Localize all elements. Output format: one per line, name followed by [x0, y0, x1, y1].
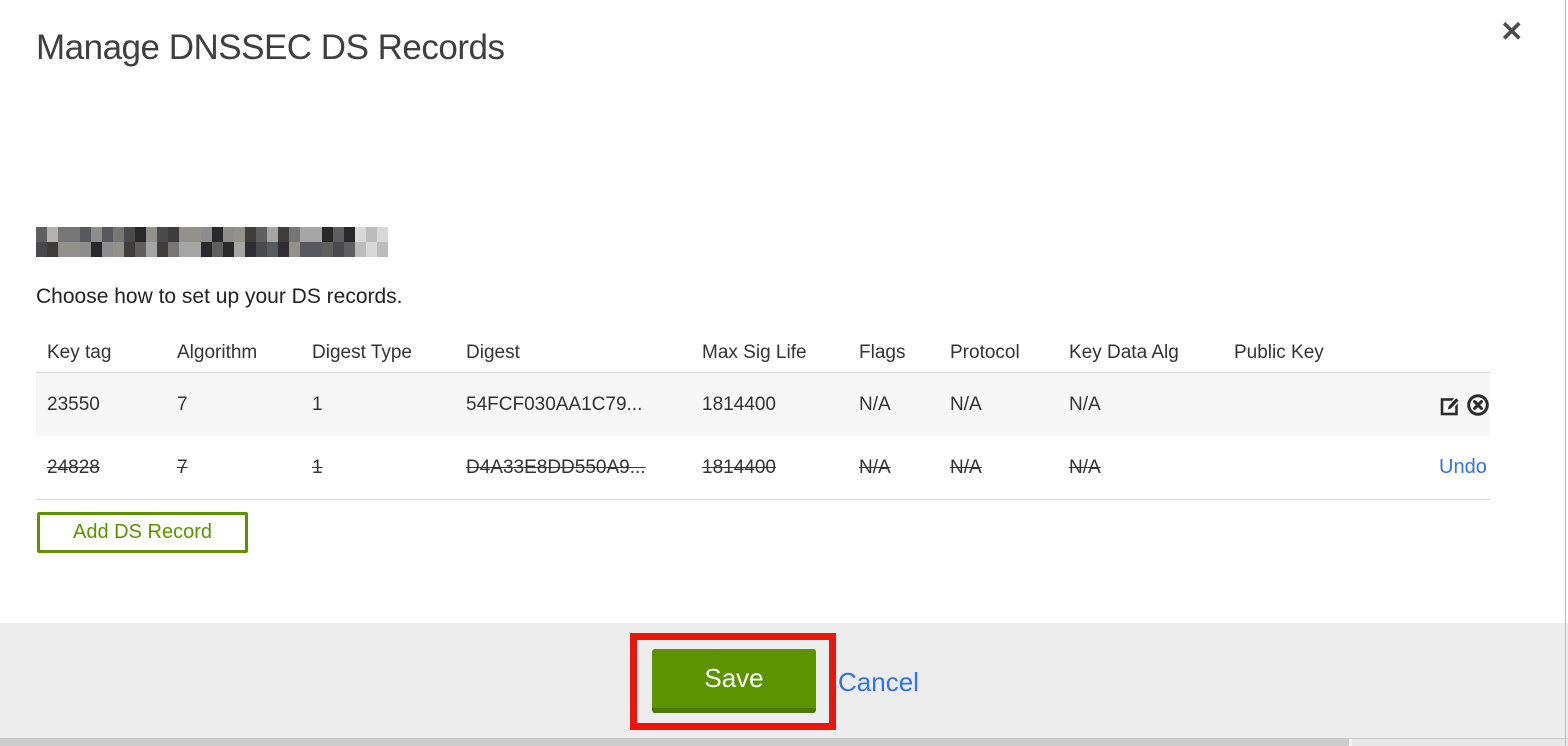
- window-right-edge: [1565, 0, 1566, 746]
- window-bottom-edge: [0, 739, 1568, 746]
- page-title: Manage DNSSEC DS Records: [36, 28, 505, 67]
- cell-algorithm: 7: [177, 393, 188, 415]
- dnssec-modal: Manage DNSSEC DS Records ✕ Choose how to…: [0, 0, 1568, 746]
- cell-key-data-alg: N/A: [1069, 393, 1101, 415]
- cancel-link[interactable]: Cancel: [838, 667, 919, 698]
- table-header-row: Key tag Algorithm Digest Type Digest Max…: [36, 333, 1490, 372]
- cell-algorithm: 7: [177, 456, 188, 478]
- col-header-algorithm: Algorithm: [177, 341, 258, 363]
- cell-key-tag: 24828: [47, 456, 100, 478]
- cell-key-tag: 23550: [47, 393, 100, 415]
- table-row-deleted: 24828 7 1 D4A33E8DD550A9... 1814400 N/A …: [36, 436, 1490, 500]
- col-header-key-data-alg: Key Data Alg: [1069, 341, 1179, 363]
- cell-protocol: N/A: [950, 456, 982, 478]
- cell-flags: N/A: [859, 393, 891, 415]
- modal-footer: Save Cancel: [0, 623, 1568, 739]
- ds-records-table: Key tag Algorithm Digest Type Digest Max…: [36, 333, 1490, 500]
- row-actions: [1428, 393, 1500, 417]
- col-header-digest-type: Digest Type: [312, 341, 412, 363]
- cell-key-data-alg: N/A: [1069, 456, 1101, 478]
- cell-flags: N/A: [859, 456, 891, 478]
- cell-max-sig-life: 1814400: [702, 393, 776, 415]
- col-header-key-tag: Key tag: [47, 341, 112, 363]
- col-header-max-sig-life: Max Sig Life: [702, 341, 807, 363]
- col-header-flags: Flags: [859, 341, 906, 363]
- close-icon[interactable]: ✕: [1500, 18, 1523, 46]
- add-ds-record-button[interactable]: Add DS Record: [37, 512, 248, 553]
- col-header-protocol: Protocol: [950, 341, 1020, 363]
- cell-digest-type: 1: [312, 456, 323, 478]
- undo-link[interactable]: Undo: [1439, 456, 1493, 479]
- row-actions: Undo: [1428, 456, 1503, 479]
- instruction-text: Choose how to set up your DS records.: [36, 285, 403, 308]
- col-header-digest: Digest: [466, 341, 520, 363]
- table-row: 23550 7 1 54FCF030AA1C79... 1814400 N/A …: [36, 372, 1490, 436]
- cell-protocol: N/A: [950, 393, 982, 415]
- cell-digest: D4A33E8DD550A9...: [466, 456, 646, 478]
- delete-record-icon[interactable]: [1466, 393, 1490, 417]
- redacted-domain-name: [36, 227, 388, 257]
- cell-max-sig-life: 1814400: [702, 456, 776, 478]
- cell-digest: 54FCF030AA1C79...: [466, 393, 643, 415]
- save-button[interactable]: Save: [652, 649, 816, 713]
- edit-record-icon[interactable]: [1439, 393, 1463, 417]
- col-header-public-key: Public Key: [1234, 341, 1324, 363]
- cell-digest-type: 1: [312, 393, 323, 415]
